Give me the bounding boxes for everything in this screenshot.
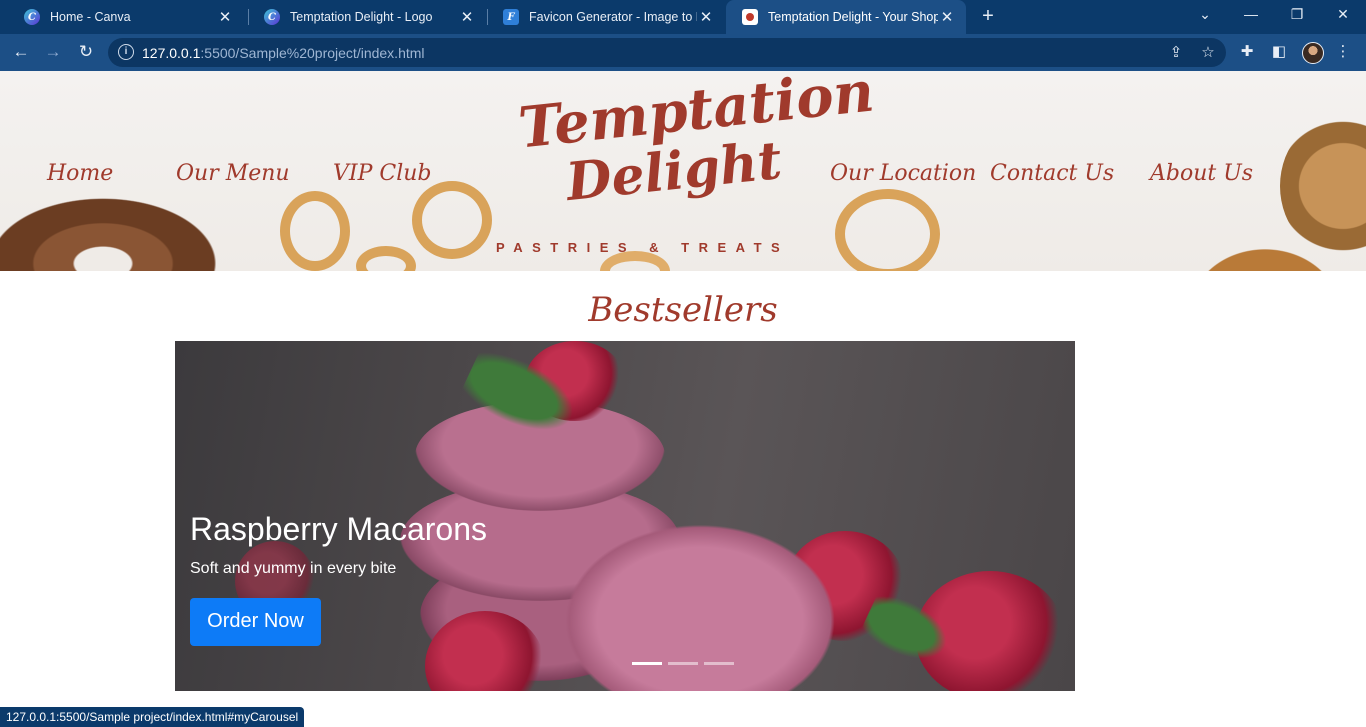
bun-image	[1280, 111, 1366, 261]
nav-link-contact-us[interactable]: Contact Us	[990, 161, 1114, 186]
pretzel-image	[356, 246, 416, 271]
carousel-indicator[interactable]	[668, 662, 698, 665]
favicon-generator-icon: F	[503, 9, 519, 25]
pretzel-image	[412, 181, 492, 259]
slide-caption: Soft and yummy in every bite	[190, 560, 397, 577]
nav-link-about-us[interactable]: About Us	[1150, 161, 1253, 186]
canva-icon: C	[24, 9, 40, 25]
browser-toolbar: ← → ↻ i 127.0.0.1:5500/Sample%20project/…	[0, 34, 1366, 71]
close-icon[interactable]: ✕	[216, 8, 234, 26]
tab-title: Temptation Delight - Your Shop f	[768, 10, 938, 24]
tab-temptation-shop[interactable]: Temptation Delight - Your Shop f ✕	[726, 0, 966, 34]
profile-avatar[interactable]	[1302, 42, 1324, 64]
forward-arrow-icon[interactable]: →	[40, 40, 66, 66]
back-arrow-icon[interactable]: ←	[8, 40, 34, 66]
site-info-icon[interactable]: i	[118, 44, 134, 60]
address-bar[interactable]: i 127.0.0.1:5500/Sample%20project/index.…	[108, 38, 1226, 67]
browser-tab-strip: C Home - Canva ✕ C Temptation Delight - …	[0, 0, 1366, 34]
canva-icon: C	[264, 9, 280, 25]
close-icon[interactable]: ✕	[697, 8, 715, 26]
extensions-puzzle-icon[interactable]: ✚	[1234, 40, 1260, 66]
reload-icon[interactable]: ↻	[73, 40, 99, 66]
tab-title: Home - Canva	[50, 10, 131, 24]
url-host: 127.0.0.1	[142, 45, 201, 61]
nav-link-our-location[interactable]: Our Location	[830, 161, 976, 186]
bookmark-star-icon[interactable]: ☆	[1198, 43, 1218, 63]
logo-tagline: PASTRIES & TREATS	[496, 240, 790, 255]
menu-kebab-icon[interactable]: ⋮	[1330, 40, 1356, 66]
new-tab-button[interactable]: +	[976, 5, 1000, 29]
tab-title: Favicon Generator - Image to Fav	[529, 10, 697, 24]
nav-link-our-menu[interactable]: Our Menu	[176, 161, 290, 186]
side-panel-icon[interactable]: ◧	[1266, 40, 1292, 66]
temptation-delight-icon	[742, 9, 758, 25]
slide-title: Raspberry Macarons	[190, 511, 487, 547]
window-close-button[interactable]: ✕	[1320, 0, 1366, 30]
nav-link-home[interactable]: Home	[47, 161, 113, 186]
carousel-indicator[interactable]	[704, 662, 734, 665]
nav-link-vip-club[interactable]: VIP Club	[333, 161, 432, 186]
bestsellers-carousel[interactable]: Raspberry Macarons Soft and yummy in eve…	[175, 341, 1075, 691]
donut-image	[0, 181, 220, 271]
tab-favicon-generator[interactable]: F Favicon Generator - Image to Fav ✕	[487, 0, 725, 34]
pretzel-image	[280, 191, 350, 271]
pretzel-image	[835, 189, 940, 271]
maximize-button[interactable]: ❐	[1274, 0, 1320, 30]
site-header: Home Our Menu VIP Club Temptation Deligh…	[0, 71, 1366, 271]
url-text[interactable]: 127.0.0.1:5500/Sample%20project/index.ht…	[142, 45, 425, 61]
carousel-indicator[interactable]	[632, 662, 662, 665]
minimize-button[interactable]: —	[1228, 0, 1274, 30]
tab-temptation-logo[interactable]: C Temptation Delight - Logo ✕	[248, 0, 486, 34]
tab-search-chevron-icon[interactable]: ⌄	[1182, 0, 1228, 30]
link-status-bar: 127.0.0.1:5500/Sample project/index.html…	[0, 707, 305, 727]
url-path: :5500/Sample%20project/index.html	[200, 45, 425, 61]
tab-title: Temptation Delight - Logo	[290, 10, 433, 24]
close-icon[interactable]: ✕	[458, 8, 476, 26]
close-icon[interactable]: ✕	[938, 8, 956, 26]
section-title-bestsellers: Bestsellers	[588, 290, 778, 330]
share-icon[interactable]: ⇪	[1166, 43, 1186, 63]
order-now-button[interactable]: Order Now	[190, 598, 321, 646]
tab-home-canva[interactable]: C Home - Canva ✕	[8, 0, 244, 34]
